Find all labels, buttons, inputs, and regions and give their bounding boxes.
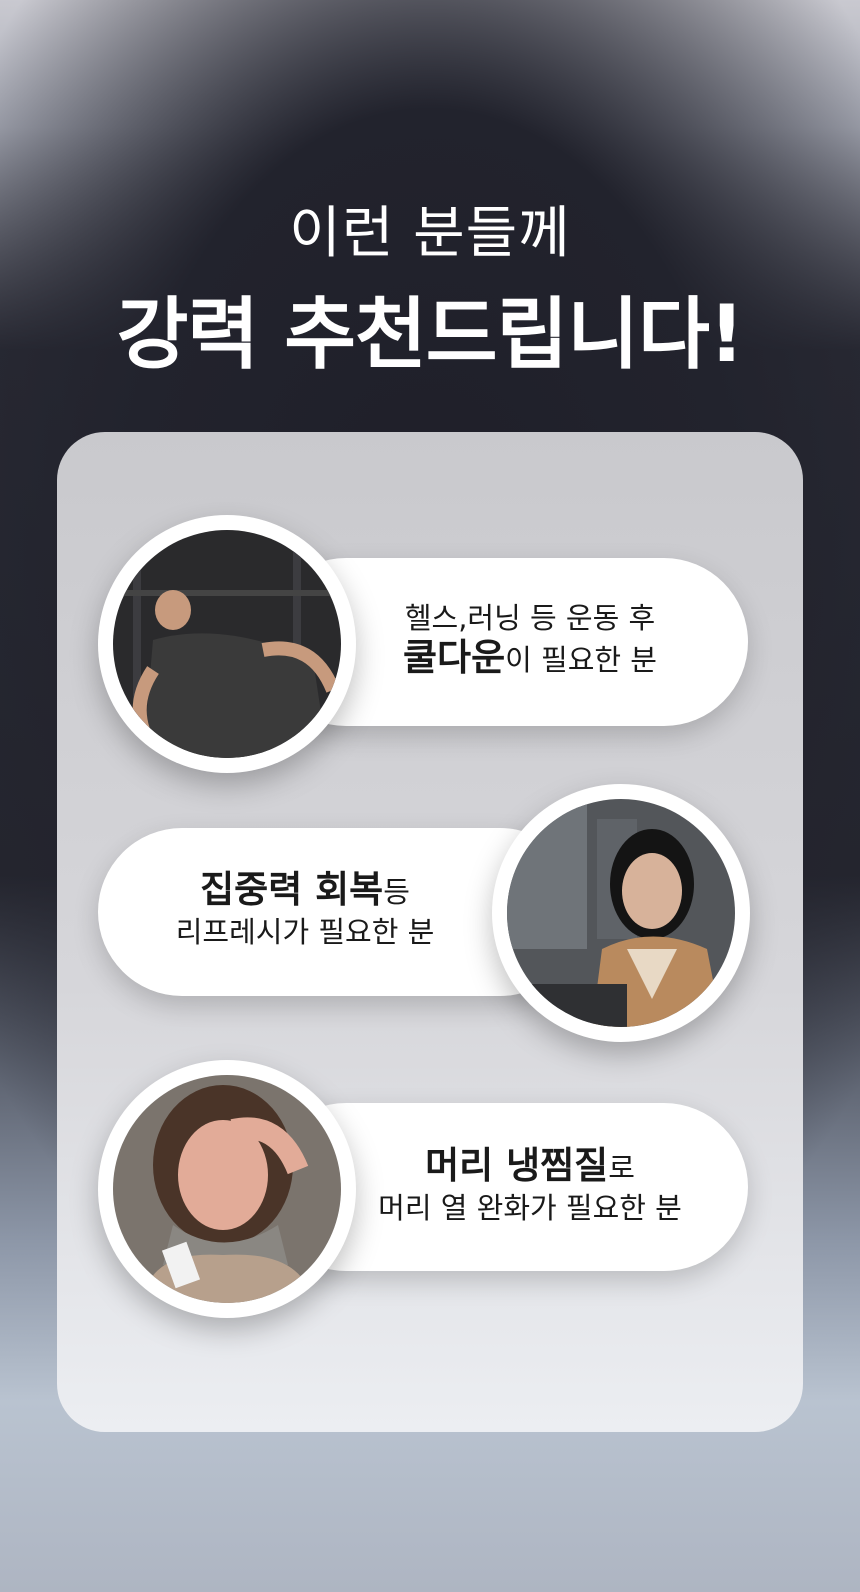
- card-2-text: 집중력 회복등 리프레시가 필요한 분: [130, 870, 480, 952]
- card-1-text: 헬스,러닝 등 운동 후 쿨다운이 필요한 분: [340, 598, 720, 680]
- woman-fever-scarf-illustration: [113, 1075, 341, 1303]
- card-2-highlight: 집중력 회복: [200, 868, 384, 911]
- woman-headache-office-photo: [492, 784, 750, 1042]
- card-3-text: 머리 냉찜질로 머리 열 완화가 필요한 분: [340, 1146, 720, 1228]
- card-1-line2: 쿨다운이 필요한 분: [340, 638, 720, 680]
- man-exhausted-gym-illustration: [113, 530, 341, 758]
- card-3-line1: 머리 냉찜질로: [340, 1146, 720, 1188]
- card-3-line1-rest: 로: [608, 1151, 635, 1185]
- card-3-highlight: 머리 냉찜질: [425, 1144, 609, 1187]
- card-2-line2: 리프레시가 필요한 분: [175, 915, 435, 949]
- headline-subtitle: 이런 분들께: [289, 201, 571, 266]
- headline-title: 강력 추천드립니다!: [116, 290, 745, 380]
- card-1-highlight: 쿨다운: [403, 636, 506, 679]
- card-1-line1: 헬스,러닝 등 운동 후: [404, 601, 656, 635]
- woman-headache-office-illustration: [507, 799, 735, 1027]
- card-3-line2: 머리 열 완화가 필요한 분: [378, 1191, 682, 1225]
- card-2-line1: 집중력 회복등: [130, 870, 480, 912]
- man-exhausted-gym-photo: [98, 515, 356, 773]
- woman-fever-scarf-photo: [98, 1060, 356, 1318]
- card-1-line2-rest: 이 필요한 분: [505, 643, 657, 677]
- card-2-line1-rest: 등: [383, 875, 410, 909]
